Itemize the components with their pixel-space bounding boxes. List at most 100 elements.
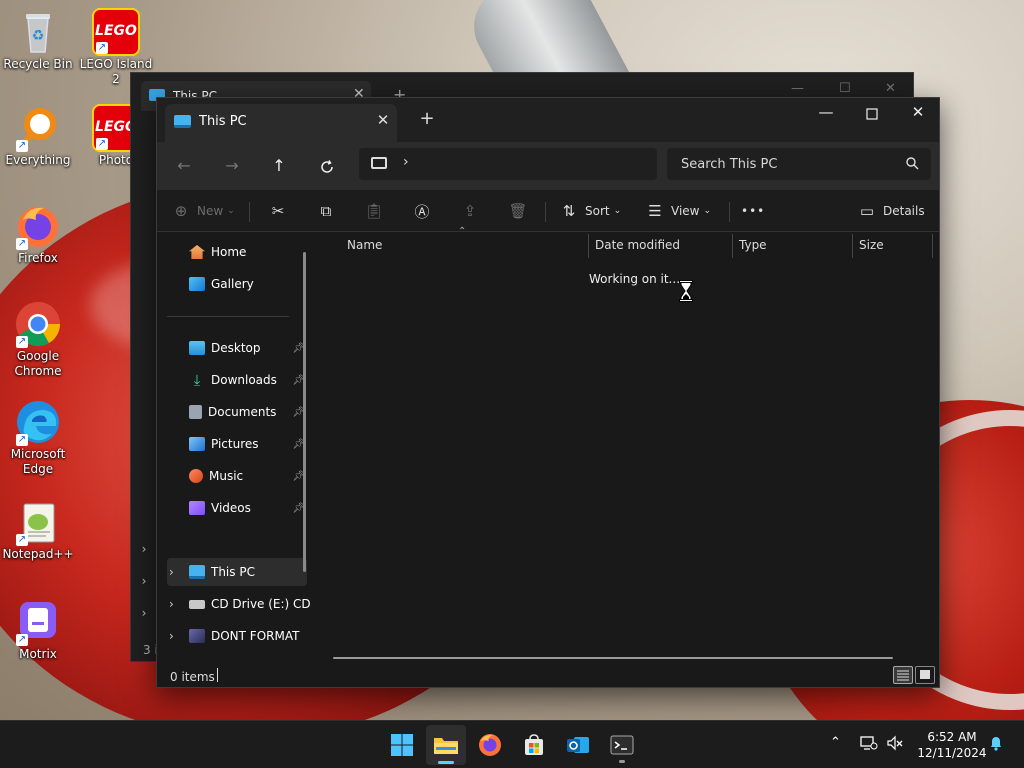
nav-item-videos[interactable]: Videos 📌︎ bbox=[167, 494, 307, 522]
trash-icon: 🗑︎ bbox=[508, 202, 528, 220]
start-button[interactable] bbox=[382, 725, 422, 765]
volume-muted-icon[interactable] bbox=[886, 735, 904, 755]
maximize-icon[interactable]: ☐ bbox=[839, 81, 851, 96]
desktop-icon-motrix[interactable]: ↗ Motrix bbox=[0, 598, 76, 662]
column-divider[interactable] bbox=[588, 234, 589, 258]
horizontal-scrollbar[interactable] bbox=[333, 657, 893, 659]
tab-title: This PC bbox=[199, 114, 247, 129]
chevron-right-icon[interactable]: › bbox=[131, 565, 157, 597]
column-header-name[interactable]: Name bbox=[347, 232, 382, 258]
chevron-right-icon[interactable]: › bbox=[169, 565, 174, 579]
title-bar[interactable]: This PC ✕ + — ✕ bbox=[157, 98, 939, 142]
refresh-button[interactable] bbox=[312, 152, 342, 182]
nav-item-documents[interactable]: Documents 📌︎ bbox=[167, 398, 307, 426]
details-pane-icon: ▭ bbox=[859, 202, 875, 220]
sort-button[interactable]: ⇅ Sort ⌄ bbox=[559, 198, 621, 224]
nav-item-music[interactable]: Music 📌︎ bbox=[167, 462, 307, 490]
search-input[interactable] bbox=[667, 148, 897, 180]
column-header-type[interactable]: Type bbox=[739, 232, 767, 258]
desktop-icon-recycle-bin[interactable]: ♻ Recycle Bin bbox=[0, 8, 76, 72]
nav-item-cd-drive[interactable]: › CD Drive (E:) CD bbox=[167, 590, 317, 618]
nav-item-home[interactable]: Home bbox=[167, 238, 307, 266]
column-header-date-modified[interactable]: Date modified bbox=[595, 232, 680, 258]
terminal-icon bbox=[610, 735, 634, 755]
nav-item-dont-format[interactable]: › DONT FORMAT bbox=[167, 622, 317, 650]
details-button[interactable]: ▭ Details bbox=[857, 198, 925, 224]
breadcrumb-chevron-icon[interactable]: › bbox=[403, 154, 409, 170]
clock-time: 6:52 AM bbox=[927, 730, 977, 744]
desktop-icon-label: Everything bbox=[5, 153, 71, 167]
nav-item-gallery[interactable]: Gallery bbox=[167, 270, 307, 298]
taskbar-firefox[interactable] bbox=[470, 725, 510, 765]
chevron-right-icon[interactable]: › bbox=[169, 597, 174, 611]
store-icon bbox=[525, 734, 543, 755]
nav-label: This PC bbox=[211, 565, 255, 579]
more-options-button[interactable]: ••• bbox=[741, 198, 765, 224]
desktop-icon-everything[interactable]: ↗ Everything bbox=[0, 104, 76, 168]
taskbar-outlook[interactable] bbox=[558, 725, 598, 765]
plus-circle-icon: ⊕ bbox=[174, 202, 188, 220]
details-view-button[interactable] bbox=[893, 666, 913, 684]
rename-button[interactable]: Ⓐ bbox=[412, 198, 432, 224]
back-button[interactable]: ← bbox=[169, 152, 199, 182]
desktop-icon-microsoft-edge[interactable]: ↗ Microsoft Edge bbox=[0, 398, 76, 477]
this-pc-icon bbox=[189, 565, 205, 579]
show-hidden-icons-button[interactable]: ⌃ bbox=[830, 735, 841, 750]
delete-button[interactable]: 🗑︎ bbox=[508, 198, 528, 224]
outlook-icon bbox=[567, 737, 589, 753]
forward-button[interactable]: → bbox=[217, 152, 247, 182]
up-button[interactable]: ↑ bbox=[264, 152, 294, 182]
chevron-right-icon[interactable]: › bbox=[169, 629, 174, 643]
column-divider[interactable] bbox=[852, 234, 853, 258]
copy-button[interactable]: ⧉ bbox=[316, 198, 336, 224]
nav-item-this-pc[interactable]: › This PC bbox=[167, 558, 307, 586]
large-icons-view-button[interactable] bbox=[915, 666, 935, 684]
bell-icon bbox=[991, 737, 1001, 751]
address-box[interactable]: › bbox=[359, 148, 657, 180]
column-header-size[interactable]: Size bbox=[859, 232, 884, 258]
paste-button[interactable]: 📋︎ bbox=[364, 198, 384, 224]
taskbar-microsoft-store[interactable] bbox=[514, 725, 554, 765]
desktop-icon-google-chrome[interactable]: ↗ Google Chrome bbox=[0, 300, 76, 379]
chevron-right-icon[interactable]: › bbox=[131, 597, 157, 629]
system-clock[interactable]: 6:52 AM 12/11/2024 bbox=[912, 729, 992, 761]
file-explorer-window[interactable]: This PC ✕ + — ✕ ← → ↑ › ⊕ New ⌄ ✂ bbox=[156, 97, 940, 688]
search-box[interactable] bbox=[667, 148, 931, 180]
file-list-pane[interactable]: ⌃ Name Date modified Type Size Working o… bbox=[317, 226, 939, 665]
maximize-button[interactable] bbox=[849, 98, 895, 130]
minimize-icon[interactable]: — bbox=[791, 81, 804, 96]
close-window-icon[interactable]: ✕ bbox=[885, 81, 896, 96]
column-divider[interactable] bbox=[732, 234, 733, 258]
view-button[interactable]: ☰ View ⌄ bbox=[645, 198, 711, 224]
chevron-right-icon[interactable]: › bbox=[131, 533, 157, 565]
display-network-icon bbox=[860, 736, 878, 750]
nav-item-desktop[interactable]: Desktop 📌︎ bbox=[167, 334, 307, 362]
nav-label: Gallery bbox=[211, 277, 254, 291]
shortcut-arrow-icon: ↗ bbox=[16, 634, 28, 646]
nav-item-pictures[interactable]: Pictures 📌︎ bbox=[167, 430, 307, 458]
firefox-icon bbox=[479, 734, 501, 756]
tab-this-pc[interactable]: This PC ✕ bbox=[165, 104, 397, 142]
nav-divider bbox=[167, 316, 289, 317]
network-icon[interactable] bbox=[860, 735, 878, 755]
desktop-icon-firefox[interactable]: ↗ Firefox bbox=[0, 202, 76, 266]
notification-bell-icon[interactable] bbox=[988, 735, 1004, 755]
new-tab-button[interactable]: + bbox=[415, 108, 439, 129]
new-button[interactable]: ⊕ New ⌄ bbox=[171, 198, 235, 224]
nav-label: Videos bbox=[211, 501, 251, 515]
taskbar-terminal[interactable] bbox=[602, 725, 642, 765]
nav-item-downloads[interactable]: ⤓ Downloads 📌︎ bbox=[167, 366, 307, 394]
share-button[interactable]: ⇪ bbox=[460, 198, 480, 224]
music-icon bbox=[189, 469, 203, 483]
toolbar-divider bbox=[249, 202, 250, 222]
desktop-icon-notepad-plus-plus[interactable]: ↗ Notepad++ bbox=[0, 498, 76, 562]
minimize-button[interactable]: — bbox=[803, 98, 849, 130]
close-window-button[interactable]: ✕ bbox=[895, 98, 941, 130]
shortcut-arrow-icon: ↗ bbox=[96, 138, 108, 150]
column-divider[interactable] bbox=[932, 234, 933, 258]
close-tab-icon[interactable]: ✕ bbox=[373, 111, 393, 129]
cut-button[interactable]: ✂ bbox=[268, 198, 288, 224]
taskbar-file-explorer[interactable] bbox=[426, 725, 466, 765]
nav-scrollbar[interactable] bbox=[303, 252, 306, 572]
nav-label: Documents bbox=[208, 405, 277, 419]
